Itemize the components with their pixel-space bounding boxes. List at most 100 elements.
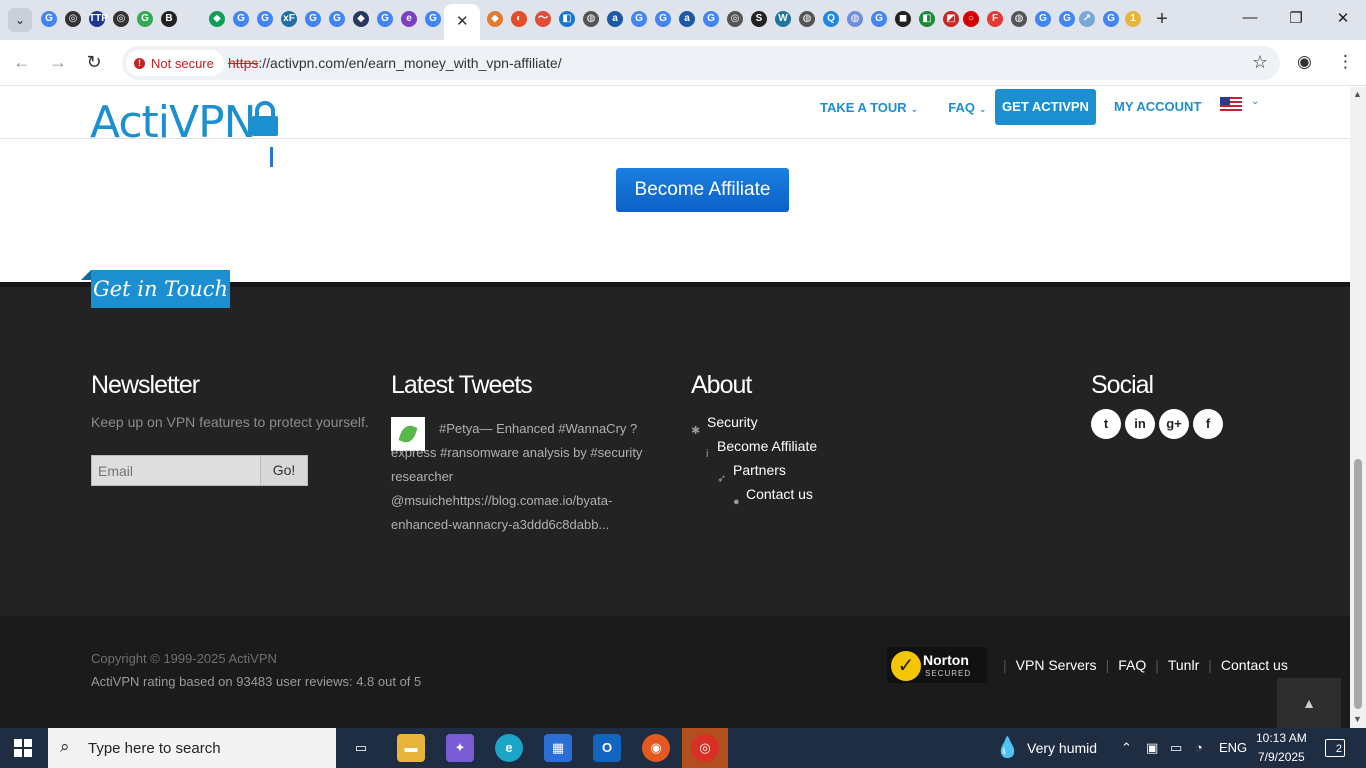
menu-dots-icon[interactable]: ⋮ xyxy=(1337,52,1354,72)
tab-favicon-icon[interactable]: TTP xyxy=(89,11,108,27)
profile-icon[interactable]: ◉ xyxy=(1297,52,1312,72)
nav-faq[interactable]: FAQ ⌄ xyxy=(948,100,986,115)
tab-favicon-icon[interactable]: ◆ xyxy=(487,11,503,27)
tab-favicon-icon[interactable]: G xyxy=(871,11,887,27)
tab-favicon-icon[interactable]: G xyxy=(377,11,393,27)
tab-search-button[interactable]: ⌄ xyxy=(8,8,32,32)
tab-favicon-icon[interactable]: S xyxy=(751,11,767,27)
weather-text[interactable]: Very humid xyxy=(1027,740,1097,756)
facebook-icon[interactable]: f xyxy=(1193,409,1223,439)
become-affiliate-button[interactable]: Become Affiliate xyxy=(616,168,789,212)
minimize-icon[interactable]: — xyxy=(1238,9,1262,26)
footer-link-vpn-servers[interactable]: VPN Servers xyxy=(1016,657,1097,673)
new-tab-button[interactable]: + xyxy=(1150,8,1174,31)
newsletter-go-button[interactable]: Go! xyxy=(260,455,308,486)
tab-favicon-icon[interactable]: ◎ xyxy=(113,11,129,27)
tab-favicon-icon[interactable]: ◎ xyxy=(727,11,743,27)
tab-favicon-icon[interactable]: e xyxy=(401,11,417,27)
tray-chevron-icon[interactable]: ⌃ xyxy=(1121,740,1132,756)
file-explorer-icon[interactable]: ▬ xyxy=(397,734,425,762)
copilot-icon[interactable]: ✦ xyxy=(446,734,474,762)
tab-favicon-icon[interactable]: ◆ xyxy=(353,11,369,27)
get-activpn-button[interactable]: GET ACTIVPN xyxy=(995,89,1096,125)
tab-favicon-icon[interactable]: G xyxy=(329,11,345,27)
norton-secured-badge[interactable]: ✓ Norton SECURED xyxy=(887,647,987,683)
tab-favicon-icon[interactable]: Q xyxy=(823,11,839,27)
tab-favicon-icon[interactable]: 〜 xyxy=(535,11,551,27)
footer-link-contact[interactable]: Contact us xyxy=(1221,657,1288,673)
google-plus-icon[interactable]: g+ xyxy=(1159,409,1189,439)
tweet-text[interactable]: #Petya— Enhanced #WannaCry ? express #ra… xyxy=(391,417,651,537)
back-to-top-button[interactable]: ▲ xyxy=(1277,678,1341,728)
tab-favicon-icon[interactable]: ◼ xyxy=(895,11,911,27)
edge-icon[interactable]: e xyxy=(495,734,523,762)
scrollbar-thumb[interactable] xyxy=(1354,459,1362,709)
clock-time[interactable]: 10:13 AM xyxy=(1256,731,1307,745)
tab-favicon-icon[interactable]: ◍ xyxy=(847,11,863,27)
taskbar-search[interactable]: ⌕ Type here to search xyxy=(48,728,336,768)
my-account-link[interactable]: MY ACCOUNT xyxy=(1114,99,1201,114)
tab-favicon-icon[interactable]: a xyxy=(607,11,623,27)
site-logo[interactable]: ActiVPN xyxy=(90,97,257,148)
tab-favicon-icon[interactable]: G xyxy=(41,11,57,27)
tab-favicon-icon[interactable]: F xyxy=(987,11,1003,27)
nav-take-a-tour[interactable]: TAKE A TOUR ⌄ xyxy=(820,100,918,115)
tab-favicon-icon[interactable]: a xyxy=(679,11,695,27)
tab-favicon-icon[interactable]: G xyxy=(1035,11,1051,27)
security-chip[interactable]: ! Not secure xyxy=(126,50,224,76)
page-scrollbar[interactable]: ▲ ▼ xyxy=(1350,87,1366,728)
tab-favicon-icon[interactable]: ◐ xyxy=(511,11,527,27)
about-link-affiliate[interactable]: Become Affiliate xyxy=(717,438,817,454)
tab-favicon-icon[interactable]: G xyxy=(305,11,321,27)
tab-favicon-icon[interactable]: ↗ xyxy=(1079,11,1095,27)
tab-favicon-icon[interactable]: ◍ xyxy=(799,11,815,27)
tab-favicon-icon[interactable]: G xyxy=(703,11,719,27)
tab-favicon-icon[interactable]: 1 xyxy=(1125,11,1141,27)
linkedin-icon[interactable]: in xyxy=(1125,409,1155,439)
url-text[interactable]: https://activpn.com/en/earn_money_with_v… xyxy=(228,55,562,71)
tab-favicon-icon[interactable]: G xyxy=(1059,11,1075,27)
notification-center-icon[interactable]: 2 xyxy=(1325,739,1345,757)
tab-favicon-icon[interactable]: G xyxy=(425,11,441,27)
chrome-taskbar-active[interactable]: ◎ xyxy=(682,728,728,768)
meet-icon[interactable]: ▣ xyxy=(1146,740,1158,756)
tab-favicon-icon[interactable]: ◍ xyxy=(583,11,599,27)
tab-favicon-icon[interactable]: ◧ xyxy=(919,11,935,27)
tab-favicon-icon[interactable]: G xyxy=(1103,11,1119,27)
outlook-icon[interactable]: O xyxy=(593,734,621,762)
twitter-icon[interactable]: t xyxy=(1091,409,1121,439)
battery-icon[interactable]: ▭ xyxy=(1170,740,1182,756)
about-link-contact[interactable]: Contact us xyxy=(746,486,813,502)
active-tab[interactable]: ✕ xyxy=(444,4,480,40)
tab-favicon-icon[interactable]: G xyxy=(137,11,153,27)
close-tab-icon[interactable]: ✕ xyxy=(456,12,469,30)
clock-date[interactable]: 7/9/2025 xyxy=(1258,750,1305,764)
tab-favicon-icon[interactable]: G xyxy=(257,11,273,27)
footer-link-tunlr[interactable]: Tunlr xyxy=(1168,657,1199,673)
close-window-icon[interactable]: ✕ xyxy=(1331,9,1355,27)
tab-favicon-icon[interactable]: ◧ xyxy=(559,11,575,27)
tab-favicon-icon[interactable]: xF xyxy=(281,11,297,27)
us-flag-icon[interactable] xyxy=(1220,97,1242,112)
about-link-security[interactable]: Security xyxy=(707,414,758,430)
wifi-icon[interactable]: ◔ xyxy=(1195,740,1203,755)
tab-favicon-icon[interactable]: ○ xyxy=(963,11,979,27)
tab-favicon-icon[interactable]: ◆ xyxy=(209,11,225,27)
scroll-down-icon[interactable]: ▼ xyxy=(1353,714,1362,724)
newsletter-email-input[interactable] xyxy=(91,455,261,486)
chevron-down-icon[interactable]: ⌄ xyxy=(1251,96,1259,107)
forward-icon[interactable]: → xyxy=(46,52,70,73)
scroll-up-icon[interactable]: ▲ xyxy=(1353,89,1362,99)
firefox-icon[interactable]: ◉ xyxy=(642,734,670,762)
task-view-icon[interactable]: ▭ xyxy=(347,734,375,762)
footer-link-faq[interactable]: FAQ xyxy=(1118,657,1146,673)
language-indicator[interactable]: ENG xyxy=(1219,740,1247,755)
tab-favicon-icon[interactable]: ◍ xyxy=(1011,11,1027,27)
store-icon[interactable]: ▦ xyxy=(544,734,572,762)
tab-favicon-icon[interactable]: W xyxy=(775,11,791,27)
restore-icon[interactable]: ❐ xyxy=(1284,9,1308,27)
tab-favicon-icon[interactable]: B xyxy=(161,11,177,27)
tab-favicon-icon[interactable]: G xyxy=(655,11,671,27)
tab-favicon-icon[interactable]: ◩ xyxy=(943,11,959,27)
windows-start-icon[interactable] xyxy=(14,739,32,757)
